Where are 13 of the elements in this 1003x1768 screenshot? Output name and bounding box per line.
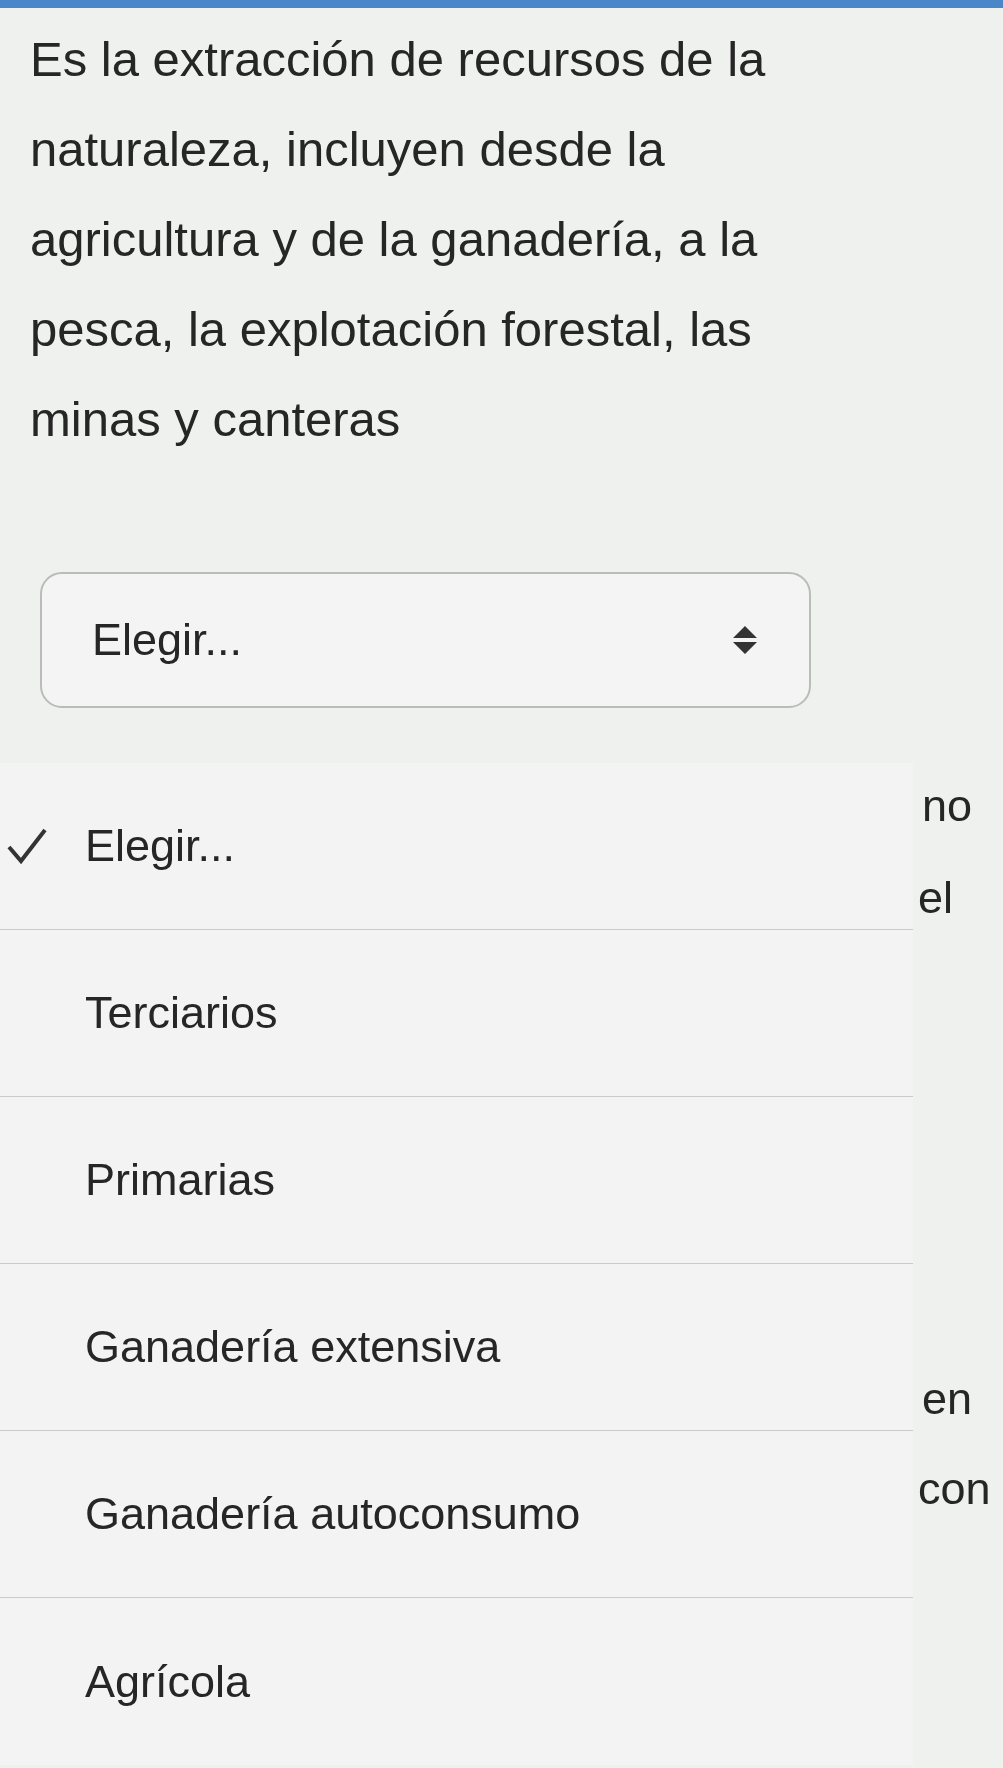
select-field[interactable]: Elegir... xyxy=(40,572,811,708)
menu-option[interactable]: Ganadería autoconsumo xyxy=(0,1431,913,1598)
question-text: Es la extracción de recursos de la naturaleza, incluyen desde la agricultura y de la ganadería, a la pesca, la explotación forestal, las minas y canteras xyxy=(30,31,767,448)
menu-option[interactable]: Terciarios xyxy=(0,930,913,1097)
partial-text: el xyxy=(918,872,954,924)
partial-text: en xyxy=(922,1373,973,1425)
menu-option[interactable]: Ganadería extensiva xyxy=(0,1264,913,1431)
partial-text: con xyxy=(918,1463,991,1515)
updown-icon xyxy=(731,624,759,656)
menu-option[interactable]: Primarias xyxy=(0,1097,913,1264)
menu-option[interactable]: Elegir... xyxy=(0,763,913,930)
menu-option[interactable]: Agrícola xyxy=(0,1598,913,1765)
partial-text: no xyxy=(922,780,973,832)
